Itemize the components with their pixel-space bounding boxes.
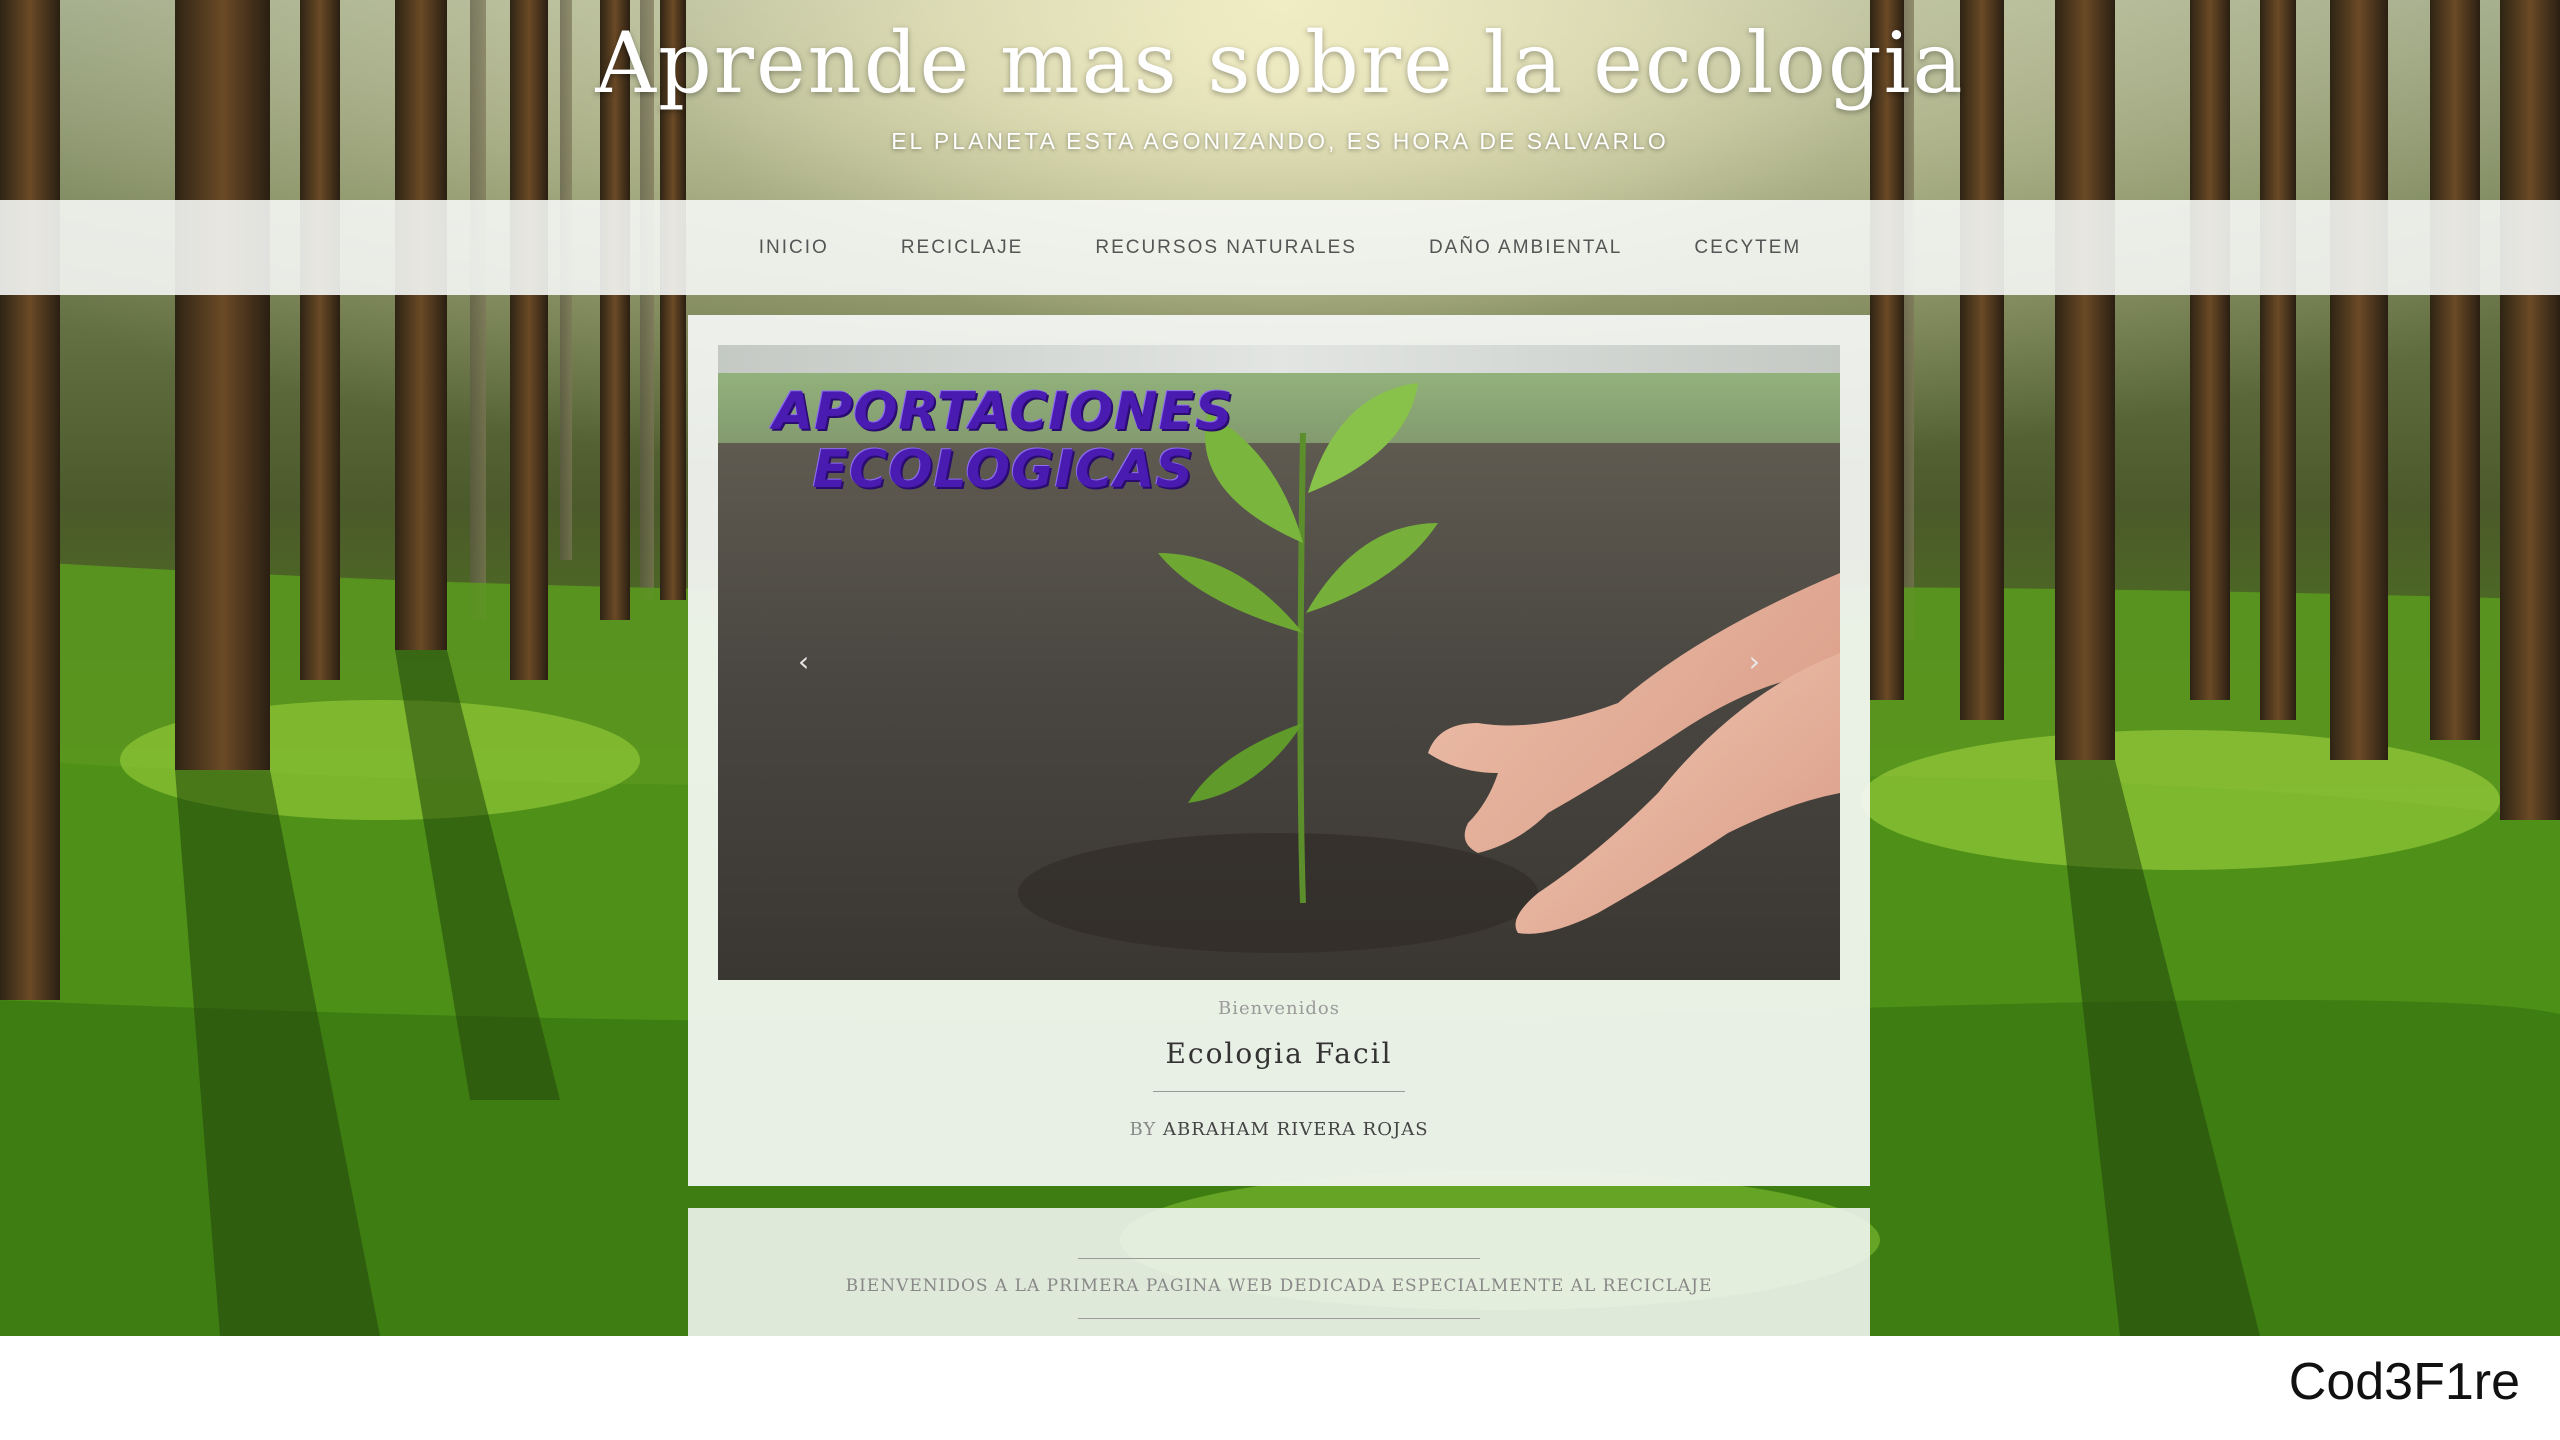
nav-item-cecytem[interactable]: CECYTEM	[1694, 237, 1801, 259]
nav-item-inicio[interactable]: INICIO	[759, 237, 829, 259]
title-divider	[1153, 1091, 1405, 1092]
nav-item-reciclaje[interactable]: RECICLAJE	[901, 237, 1024, 259]
slide-headline: APORTACIONES ECOLOGICAS	[773, 383, 1234, 499]
post-title[interactable]: Ecologia Facil	[688, 1037, 1870, 1070]
slider-next-arrow-icon[interactable]: ›	[1749, 645, 1760, 678]
featured-post-card: APORTACIONES ECOLOGICAS ‹ › Bienvenidos …	[688, 315, 1870, 1186]
welcome-widget: BIENVENIDOS A LA PRIMERA PAGINA WEB DEDI…	[688, 1208, 1870, 1336]
site-tagline: EL PLANETA ESTA AGONIZANDO, ES HORA DE S…	[891, 128, 1669, 154]
post-byline: BY ABRAHAM RIVERA ROJAS	[688, 1119, 1870, 1140]
watermark-text: Cod3F1re	[2288, 1353, 2520, 1411]
nav-item-dano-ambiental[interactable]: DAÑO AMBIENTAL	[1429, 237, 1622, 259]
slider-top-bar	[718, 345, 1840, 373]
main-navigation: INICIO RECICLAJE RECURSOS NATURALES DAÑO…	[0, 200, 2560, 295]
slide-headline-line-2: ECOLOGICAS	[812, 440, 1194, 500]
post-category[interactable]: Bienvenidos	[688, 998, 1870, 1019]
image-slider[interactable]: APORTACIONES ECOLOGICAS ‹ ›	[718, 345, 1840, 980]
site-title[interactable]: Aprende mas sobre la ecologia	[0, 14, 2560, 112]
slider-prev-arrow-icon[interactable]: ‹	[798, 645, 809, 678]
widget-top-divider	[1078, 1258, 1480, 1259]
post-author-link[interactable]: ABRAHAM RIVERA ROJAS	[1163, 1119, 1429, 1140]
slide-headline-line-1: APORTACIONES	[773, 382, 1234, 442]
byline-label: BY	[1129, 1119, 1157, 1140]
nav-item-recursos-naturales[interactable]: RECURSOS NATURALES	[1095, 237, 1357, 259]
widget-bottom-divider	[1078, 1318, 1480, 1319]
welcome-text: BIENVENIDOS A LA PRIMERA PAGINA WEB DEDI…	[845, 1276, 1713, 1296]
